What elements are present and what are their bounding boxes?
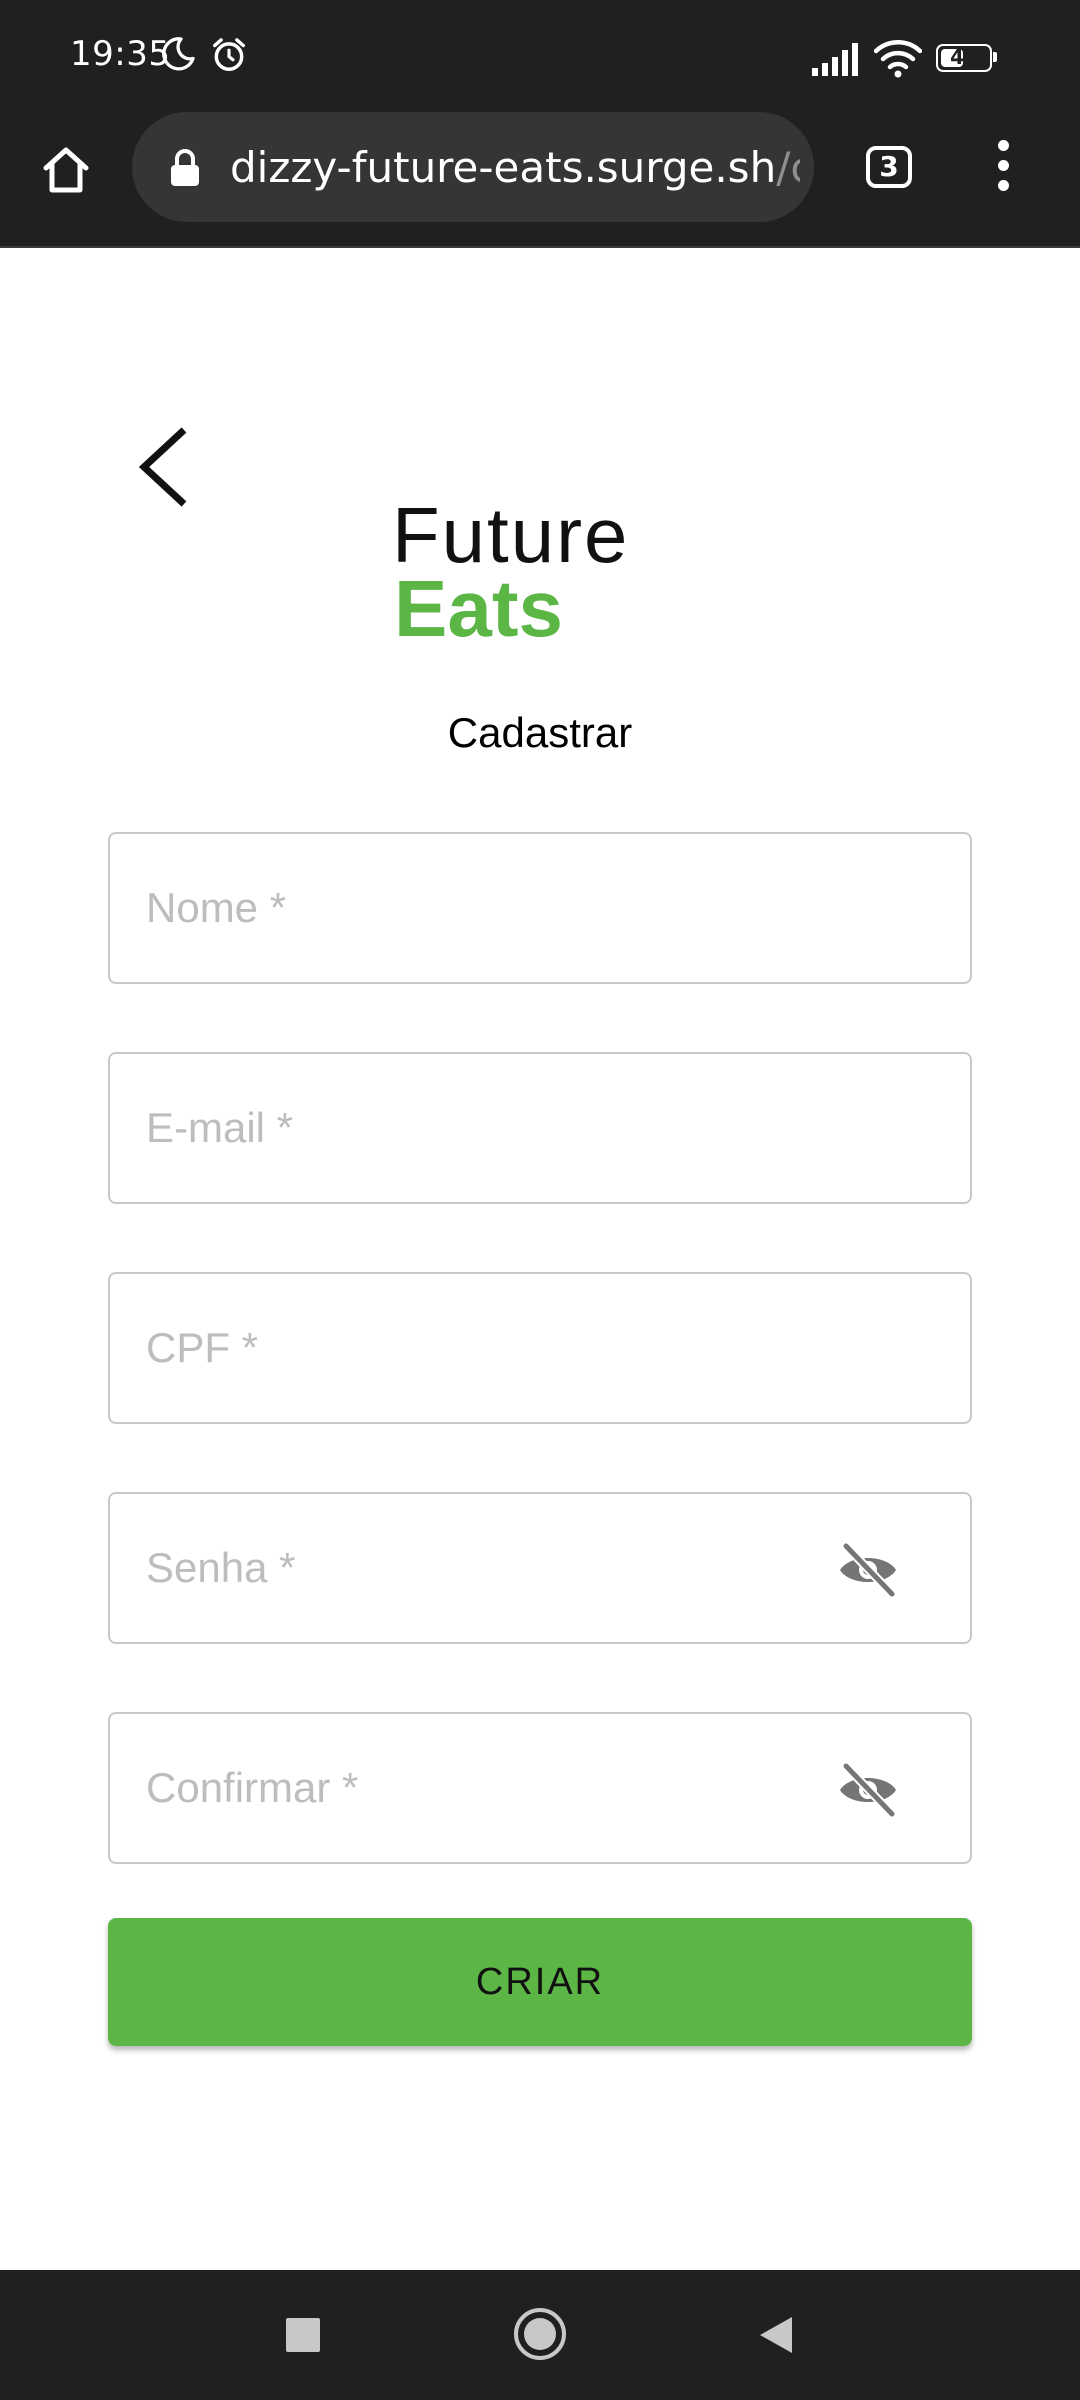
nav-home-icon[interactable]: [512, 2306, 568, 2362]
url-path: /ca: [776, 143, 800, 192]
cpf-field: [108, 1272, 972, 1424]
url-text[interactable]: dizzy-future-eats.surge.sh/ca: [230, 140, 800, 196]
confirm-password-field: [108, 1712, 972, 1864]
home-icon[interactable]: [36, 140, 96, 200]
logo-text-eats: Eats: [394, 564, 563, 653]
future-eats-logo: Future Eats: [392, 490, 692, 653]
page-title: Cadastrar: [447, 709, 633, 756]
cpf-input[interactable]: [110, 1274, 970, 1422]
password-field: [108, 1492, 972, 1644]
create-account-button[interactable]: CRIAR: [108, 1918, 972, 2046]
visibility-off-icon[interactable]: [836, 1760, 900, 1820]
battery-icon: 48: [936, 44, 997, 72]
email-input[interactable]: [110, 1054, 970, 1202]
signal-icon: [812, 43, 858, 76]
name-input[interactable]: [110, 834, 970, 982]
more-vert-icon[interactable]: [990, 140, 1016, 200]
battery-level: 48: [950, 45, 978, 69]
url-host: dizzy-future-eats.surge.sh: [230, 143, 777, 192]
status-time: 19:35: [70, 34, 171, 74]
moon-icon: [162, 37, 195, 71]
lock-icon: [171, 149, 199, 186]
back-arrow-icon[interactable]: [132, 424, 192, 510]
tab-switcher-button[interactable]: 3: [866, 146, 912, 188]
visibility-off-icon[interactable]: [836, 1540, 900, 1600]
name-field: [108, 832, 972, 984]
nav-back-icon[interactable]: [756, 2314, 796, 2356]
email-field: [108, 1052, 972, 1204]
wifi-icon: [874, 40, 922, 78]
status-bar: 19:35 48: [0, 0, 1080, 118]
alarm-icon: [213, 38, 245, 71]
recents-icon[interactable]: [286, 2318, 320, 2352]
